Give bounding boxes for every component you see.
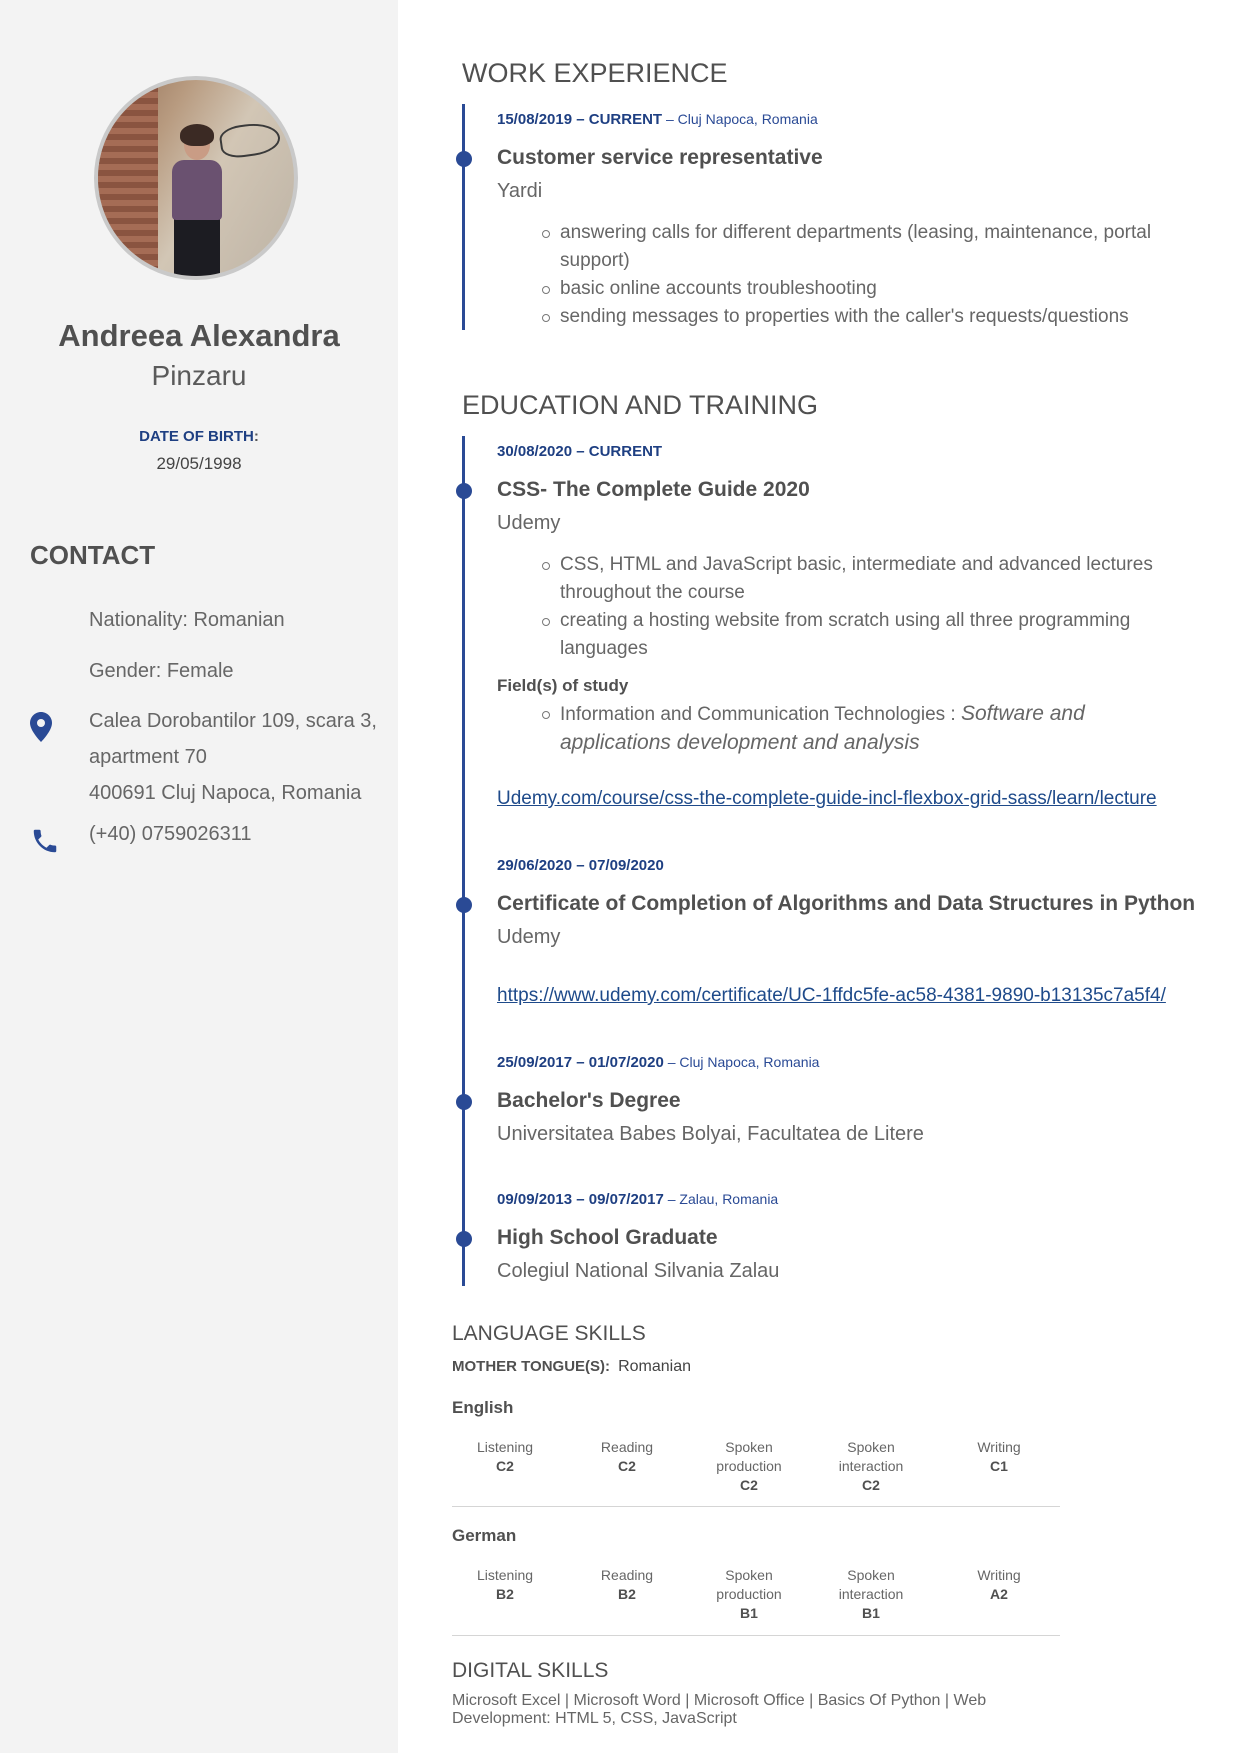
work-experience-title: WORK EXPERIENCE — [462, 58, 728, 88]
job-title: Customer service representative — [497, 146, 823, 169]
address-line-2: apartment 70 — [89, 746, 207, 768]
certificate-link[interactable]: https://www.udemy.com/certificate/UC-1ff… — [497, 985, 1166, 1007]
institution: Udemy — [497, 512, 561, 534]
contact-title: CONTACT — [30, 540, 156, 570]
work-date: 15/08/2019 – CURRENT – Cluj Napoca, Roma… — [497, 111, 818, 128]
dob-value: 29/05/1998 — [156, 454, 242, 473]
language-skills-title: LANGUAGE SKILLS — [452, 1322, 646, 1345]
skill-spoken-production: Spoken production B1 — [716, 1567, 782, 1621]
skill-reading: Reading B2 — [600, 1567, 654, 1602]
list-item: answering calls for different department… — [540, 219, 1160, 275]
skill-spoken-production: Spoken production C2 — [716, 1439, 782, 1493]
course-title: Certificate of Completion of Algorithms … — [497, 892, 1196, 915]
address-line-3: 400691 Cluj Napoca, Romania — [89, 782, 362, 804]
timeline-dot — [456, 1231, 472, 1247]
field-of-study-label: Field(s) of study — [497, 676, 629, 695]
skill-listening: Listening C2 — [476, 1439, 534, 1474]
last-name: Pinzaru — [151, 360, 247, 391]
nationality: Nationality: Romanian — [89, 609, 285, 631]
skill-reading: Reading C2 — [600, 1439, 654, 1474]
timeline-dot — [456, 1094, 472, 1110]
education-date: 09/09/2013 – 09/07/2017 – Zalau, Romania — [497, 1191, 779, 1208]
education-date: 25/09/2017 – 01/07/2020 – Cluj Napoca, R… — [497, 1054, 820, 1071]
phone-icon — [30, 826, 60, 861]
degree-title: Bachelor's Degree — [497, 1089, 681, 1112]
phone-number: (+40) 0759026311 — [89, 823, 252, 845]
address-line-1: Calea Dorobantilor 109, scara 3, — [89, 710, 377, 732]
list-item: sending messages to properties with the … — [540, 303, 1160, 331]
mother-tongue: MOTHER TONGUE(S): Romanian — [452, 1358, 691, 1375]
employer: Yardi — [497, 180, 543, 202]
skill-spoken-interaction: Spoken interaction C2 — [838, 1439, 904, 1493]
degree-title: High School Graduate — [497, 1226, 718, 1249]
divider — [452, 1635, 1060, 1636]
location-pin-icon — [30, 712, 52, 747]
skill-writing: Writing A2 — [977, 1567, 1021, 1602]
institution: Universitatea Babes Bolyai, Facultatea d… — [497, 1123, 924, 1145]
digital-skills-title: DIGITAL SKILLS — [452, 1659, 609, 1682]
first-name: Andreea Alexandra — [58, 318, 340, 353]
list-item: basic online accounts troubleshooting — [540, 275, 1160, 303]
education-date: 30/08/2020 – CURRENT — [497, 443, 663, 460]
dob-label: DATE OF BIRTH: — [139, 428, 259, 445]
institution: Colegiul National Silvania Zalau — [497, 1260, 780, 1282]
list-item: CSS, HTML and JavaScript basic, intermed… — [540, 551, 1160, 607]
digital-skills-text: Microsoft Excel | Microsoft Word | Micro… — [452, 1692, 987, 1727]
skill-writing: Writing C1 — [977, 1439, 1021, 1474]
education-title: EDUCATION AND TRAINING — [462, 390, 819, 420]
work-bullets: answering calls for different department… — [540, 219, 1160, 331]
language-name: English — [452, 1398, 514, 1417]
work-timeline — [462, 104, 465, 330]
institution: Udemy — [497, 926, 561, 948]
field-of-study-list: Information and Communication Technologi… — [540, 700, 1160, 758]
sidebar: Andreea Alexandra Pinzaru DATE OF BIRTH:… — [0, 0, 398, 1753]
education-timeline — [462, 436, 465, 1286]
education-bullets: CSS, HTML and JavaScript basic, intermed… — [540, 551, 1160, 663]
divider — [452, 1506, 1060, 1507]
gender: Gender: Female — [89, 660, 234, 682]
timeline-dot — [456, 483, 472, 499]
course-link[interactable]: Udemy.com/course/css-the-complete-guide-… — [497, 788, 1157, 810]
profile-photo — [94, 76, 298, 280]
language-name: German — [452, 1526, 517, 1545]
skill-listening: Listening B2 — [476, 1567, 534, 1602]
skill-spoken-interaction: Spoken interaction B1 — [838, 1567, 904, 1621]
list-item: creating a hosting website from scratch … — [540, 607, 1160, 663]
timeline-dot — [456, 151, 472, 167]
education-date: 29/06/2020 – 07/09/2020 — [497, 857, 664, 874]
timeline-dot — [456, 897, 472, 913]
list-item: Information and Communication Technologi… — [540, 700, 1160, 758]
course-title: CSS- The Complete Guide 2020 — [497, 478, 810, 501]
